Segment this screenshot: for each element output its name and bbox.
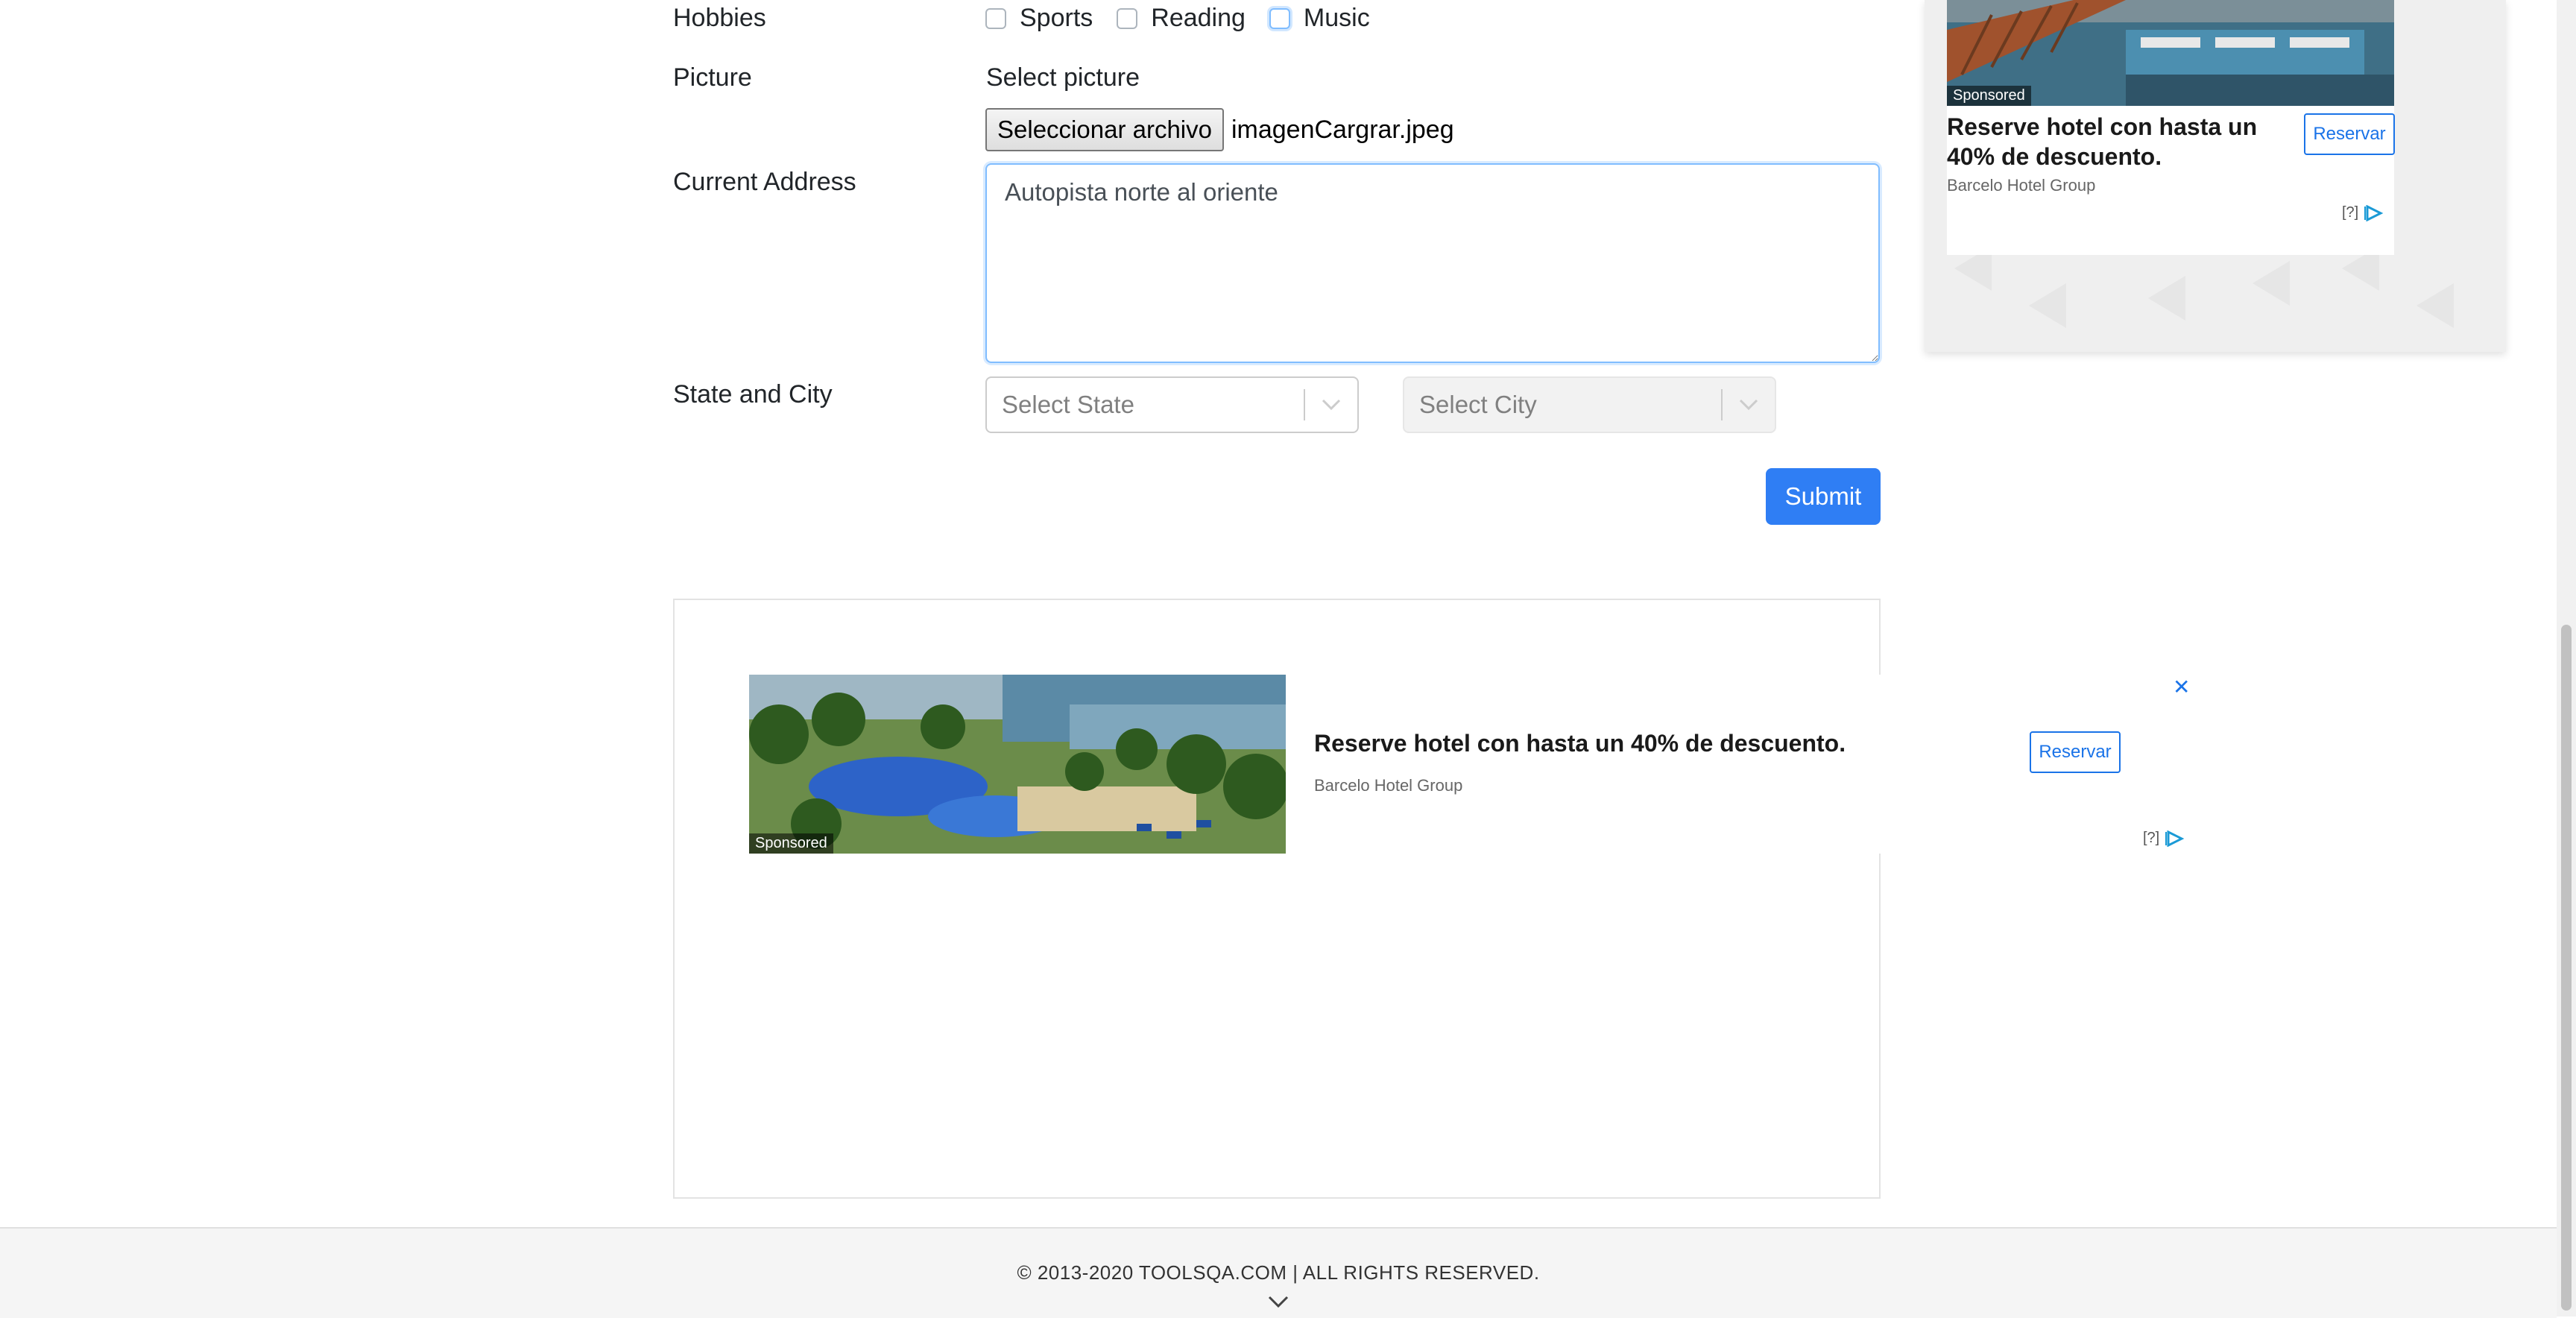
city-placeholder: Select City <box>1419 391 1537 418</box>
bottom-ad-title[interactable]: Reserve hotel con hasta un 40% de descue… <box>1314 730 1846 757</box>
checkbox-reading[interactable] <box>1117 7 1138 29</box>
state-city-label: State and City <box>673 380 833 409</box>
footer: © 2013-2020 TOOLSQA.COM | ALL RIGHTS RES… <box>0 1227 2557 1318</box>
selected-file-name: imagenCargrar.jpeg <box>1231 115 1454 144</box>
bottom-ad-advertiser: Barcelo Hotel Group <box>1314 776 1463 795</box>
state-placeholder: Select State <box>1002 391 1134 418</box>
chevron-down-icon[interactable] <box>1305 398 1357 412</box>
bottom-ad[interactable]: Sponsored Reserve hotel con hasta un 40%… <box>749 675 2195 854</box>
picture-label: Picture <box>673 63 752 92</box>
submit-button[interactable]: Submit <box>1766 468 1881 525</box>
checkbox-sports[interactable] <box>985 7 1006 29</box>
close-icon[interactable]: ✕ <box>2173 675 2190 699</box>
current-address-label: Current Address <box>673 168 856 196</box>
page-scrollbar[interactable] <box>2557 0 2576 1317</box>
file-upload: Seleccionar archivo imagenCargrar.jpeg <box>985 108 1454 151</box>
chevron-down-icon[interactable] <box>1723 398 1775 412</box>
state-select[interactable]: Select State <box>985 376 1359 433</box>
checkbox-reading-label[interactable]: Reading <box>1151 4 1246 33</box>
checkbox-sports-label[interactable]: Sports <box>1020 4 1093 33</box>
adchoices-icon[interactable] <box>2364 204 2384 221</box>
adchoices-label: [?] <box>2342 204 2359 221</box>
chevron-down-icon[interactable] <box>1267 1294 1289 1313</box>
city-select[interactable]: Select City <box>1403 376 1776 433</box>
side-ad-title[interactable]: Reserve hotel con hasta un 40% de descue… <box>1947 112 2275 171</box>
footer-copyright: © 2013-2020 TOOLSQA.COM | ALL RIGHTS RES… <box>1017 1261 1540 1284</box>
side-ad-image[interactable]: Sponsored <box>1947 0 2394 106</box>
choose-file-button[interactable]: Seleccionar archivo <box>985 108 1224 151</box>
adchoices-icon[interactable] <box>2165 830 2185 847</box>
bottom-ad-image[interactable]: Sponsored <box>749 675 1286 854</box>
checkbox-music-label[interactable]: Music <box>1304 4 1370 33</box>
select-picture-label: Select picture <box>986 63 1140 92</box>
checkbox-music[interactable] <box>1269 7 1290 29</box>
adchoices[interactable]: [?] <box>2342 204 2384 221</box>
side-ad[interactable]: Sponsored Reserve hotel con hasta un 40%… <box>1925 0 2506 352</box>
adchoices-label: [?] <box>2143 830 2160 846</box>
side-ad-cta-button[interactable]: Reservar <box>2304 113 2395 155</box>
sponsored-tag: Sponsored <box>749 833 833 854</box>
hobbies-label: Hobbies <box>673 4 766 32</box>
hobbies-checkboxes: Sports Reading Music <box>985 4 1394 33</box>
scrollbar-thumb[interactable] <box>2561 625 2572 1311</box>
sponsored-tag: Sponsored <box>1947 86 2031 106</box>
bottom-ad-cta-button[interactable]: Reservar <box>2030 731 2121 773</box>
side-ad-advertiser: Barcelo Hotel Group <box>1947 176 2096 195</box>
current-address-textarea[interactable]: Autopista norte al oriente <box>985 163 1880 363</box>
adchoices[interactable]: [?] <box>2143 830 2185 847</box>
